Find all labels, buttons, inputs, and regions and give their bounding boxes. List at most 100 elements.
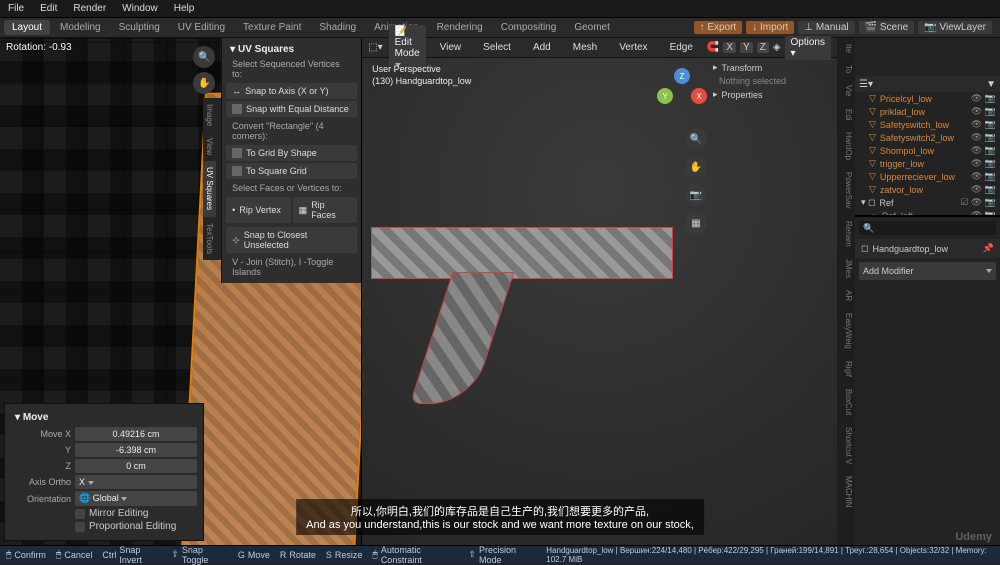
outliner-item[interactable]: ▽Upperreciever_low👁 📷 [855, 170, 1000, 183]
proportional-checkbox[interactable] [75, 522, 85, 532]
snap-equal-button[interactable]: Snap with Equal Distance [226, 101, 357, 117]
orientation-dropdown[interactable]: 🌐 Global [75, 491, 197, 506]
tab-modeling[interactable]: Modeling [52, 20, 109, 35]
snap-axis-button[interactable]: ↔ Snap to Axis (X or Y) [226, 83, 357, 99]
gizmo-z[interactable]: Z [674, 68, 690, 84]
object-breadcrumb[interactable]: ◻ Handguardtop_low 📌 [855, 239, 1000, 258]
vtab-boxcutter[interactable]: BoxCut [837, 383, 855, 421]
outliner-item[interactable]: ▽trigger_low👁 📷 [855, 157, 1000, 170]
vp-menu-select[interactable]: Select [475, 42, 519, 53]
snap-icon[interactable]: 🧲 [707, 42, 719, 53]
move-panel-title[interactable]: ▾ Move [11, 410, 197, 425]
vp-menu-vertex[interactable]: Vertex [611, 42, 655, 53]
tab-geometry[interactable]: Geomet [566, 20, 618, 35]
perspective-icon[interactable]: ▦ [685, 212, 707, 234]
outliner-type-icon[interactable]: ☰▾ [859, 79, 873, 90]
collection-toggle[interactable]: ☑ 👁 📷 [960, 197, 996, 208]
menu-window[interactable]: Window [114, 3, 166, 14]
vtab-machin3[interactable]: MACHIN [837, 470, 855, 514]
import-button[interactable]: ↓ Import [746, 21, 794, 34]
vtab-shortcut[interactable]: Shortcut V [837, 421, 855, 470]
uv-editor[interactable]: Rotation: -0.93 🔍 ✋ ▾ UV Squares Select … [0, 38, 361, 545]
properties-search[interactable] [859, 221, 996, 235]
manual-button[interactable]: ⊥ Manual [798, 21, 854, 34]
menu-render[interactable]: Render [65, 3, 114, 14]
outliner-item[interactable]: ▽zatvor_low👁 📷 [855, 183, 1000, 196]
rip-faces-button[interactable]: ▦ Rip Faces [293, 197, 358, 223]
menu-help[interactable]: Help [166, 3, 203, 14]
vtab-jmesh[interactable]: JMes [837, 253, 855, 284]
movex-input[interactable]: 0.49216 cm [75, 427, 197, 441]
ntab-image[interactable]: Image [203, 98, 216, 132]
vtab-rigify[interactable]: Rigif [837, 355, 855, 383]
outliner-item[interactable]: ▽Pricelcyl_low👁 📷 [855, 92, 1000, 105]
gizmo-y[interactable]: Y [657, 88, 673, 104]
axis-y[interactable]: Y [740, 42, 753, 53]
gizmo-x[interactable]: X [691, 88, 707, 104]
tab-sculpting[interactable]: Sculpting [111, 20, 168, 35]
vtab-powersave[interactable]: PowerSav [837, 166, 855, 214]
viewlayer-dropdown[interactable]: 📷 ViewLayer [918, 21, 992, 34]
vp-menu-mesh[interactable]: Mesh [565, 42, 605, 53]
zoom-icon[interactable]: 🔍 [685, 128, 707, 150]
add-modifier-button[interactable]: Add Modifier [859, 262, 996, 280]
vtab-hardops[interactable]: HardOp [837, 126, 855, 166]
outliner-item[interactable]: ▲Ref_left👁 📷 [855, 209, 1000, 216]
ntab-uvsquares[interactable]: UV Squares [203, 161, 216, 216]
rip-vertex-button[interactable]: • Rip Vertex [226, 197, 291, 223]
tab-layout[interactable]: Layout [4, 20, 50, 35]
visibility-icons[interactable]: 👁 📷 [971, 93, 996, 104]
vtab-view[interactable]: Vie [837, 79, 855, 102]
vp-menu-view[interactable]: View [432, 42, 470, 53]
mirror-checkbox[interactable] [75, 509, 85, 519]
menu-file[interactable]: File [0, 3, 32, 14]
movey-input[interactable]: -6.398 cm [75, 443, 197, 457]
properties-section[interactable]: ▸ Properties [713, 89, 833, 100]
visibility-icons[interactable]: 👁 📷 [971, 158, 996, 169]
tab-texturepaint[interactable]: Texture Paint [235, 20, 309, 35]
transform-section[interactable]: ▸ Transform [713, 62, 833, 73]
menu-edit[interactable]: Edit [32, 3, 65, 14]
outliner-item[interactable]: ▽Shompol_low👁 📷 [855, 144, 1000, 157]
filter-icon[interactable]: ▼ [986, 79, 996, 90]
grid-shape-button[interactable]: To Grid By Shape [226, 145, 357, 161]
pan-icon[interactable]: ✋ [685, 156, 707, 178]
panel-title[interactable]: ▾ UV Squares [226, 42, 357, 57]
outliner-collection[interactable]: ▾ ◻Ref☑ 👁 📷 [855, 196, 1000, 209]
vtab-rename[interactable]: Renam [837, 215, 855, 253]
snap-closest-button[interactable]: ⊹ Snap to Closest Unselected [226, 227, 357, 253]
overlays-icon[interactable]: ◈ [773, 42, 781, 53]
nav-gizmo[interactable]: Z Y X [657, 68, 707, 118]
axisortho-dropdown[interactable]: X [75, 475, 197, 489]
visibility-icons[interactable]: 👁 📷 [971, 171, 996, 182]
ntab-view[interactable]: View [203, 132, 216, 161]
axis-z[interactable]: Z [757, 42, 769, 53]
tab-shading[interactable]: Shading [311, 20, 364, 35]
ntab-textools[interactable]: TexTools [203, 217, 216, 260]
vtab-edit[interactable]: Edi [837, 103, 855, 127]
visibility-icons[interactable]: 👁 📷 [971, 132, 996, 143]
visibility-icons[interactable]: 👁 📷 [971, 184, 996, 195]
outliner-item[interactable]: ▽Safetyswitch_low👁 📷 [855, 118, 1000, 131]
pin-icon[interactable]: 📌 [983, 243, 994, 254]
square-grid-button[interactable]: To Square Grid [226, 163, 357, 179]
editor-type-icon[interactable]: ⬚▾ [368, 42, 382, 53]
tab-rendering[interactable]: Rendering [429, 20, 491, 35]
tab-uvediting[interactable]: UV Editing [170, 20, 233, 35]
visibility-icons[interactable]: 👁 📷 [971, 119, 996, 130]
vp-menu-edge[interactable]: Edge [662, 42, 701, 53]
vp-menu-add[interactable]: Add [525, 42, 559, 53]
vtab-tool[interactable]: To [837, 59, 855, 79]
3d-viewport[interactable]: ⬚▾ 📝 Edit Mode View Select Add Mesh Vert… [361, 38, 837, 545]
zoom-icon[interactable]: 🔍 [193, 46, 215, 68]
vtab-item[interactable]: Ite [837, 38, 855, 59]
export-button[interactable]: ↑ Export [694, 21, 743, 34]
tab-compositing[interactable]: Compositing [493, 20, 565, 35]
outliner-item[interactable]: ▽priklad_low👁 📷 [855, 105, 1000, 118]
visibility-icons[interactable]: 👁 📷 [971, 106, 996, 117]
outliner-item[interactable]: ▽Safetyswitch2_low👁 📷 [855, 131, 1000, 144]
vtab-ar[interactable]: AR [837, 284, 855, 307]
visibility-icons[interactable]: 👁 📷 [971, 145, 996, 156]
pan-icon[interactable]: ✋ [193, 72, 215, 94]
camera-icon[interactable]: 📷 [685, 184, 707, 206]
